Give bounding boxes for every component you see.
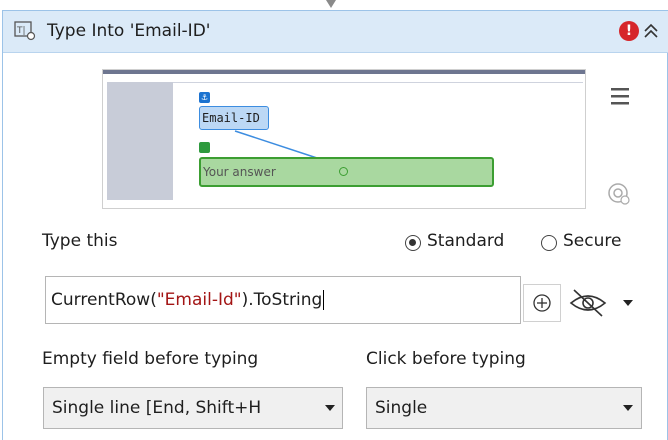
chevron-down-icon xyxy=(623,405,633,411)
type-this-input[interactable]: CurrentRow("Email-Id").ToString xyxy=(45,276,521,324)
activity-header[interactable]: T| Type Into 'Email-ID' ! xyxy=(3,11,668,53)
click-before-label: Click before typing xyxy=(366,349,526,369)
anchor-connector-line xyxy=(234,130,318,159)
click-before-select[interactable]: Single xyxy=(366,387,642,429)
empty-field-label: Empty field before typing xyxy=(42,349,259,369)
double-chevron-up-icon[interactable] xyxy=(641,21,661,41)
expression-string-literal: "Email-Id" xyxy=(156,290,242,310)
expression-suffix: ).ToString xyxy=(241,290,323,310)
error-icon[interactable]: ! xyxy=(619,21,639,41)
options-dropdown-button[interactable] xyxy=(615,287,641,319)
preview-sidebar xyxy=(107,82,173,200)
anchor-icon: ⚓ xyxy=(199,92,210,103)
secure-radio-label[interactable]: Secure xyxy=(563,231,621,251)
text-caret xyxy=(323,290,325,310)
activity-title: Type Into 'Email-ID' xyxy=(47,21,211,41)
empty-field-value: Single line [End, Shift+H xyxy=(52,398,262,418)
chevron-down-icon xyxy=(623,300,633,306)
preview-divider xyxy=(173,82,583,83)
anchor-element: Email-ID xyxy=(199,106,269,130)
target-badge-icon xyxy=(199,142,210,153)
target-preview[interactable]: ⚓ Email-ID Your answer xyxy=(102,69,586,209)
plus-circle-icon xyxy=(533,294,551,312)
add-expression-button[interactable] xyxy=(523,284,561,322)
expression-prefix: CurrentRow( xyxy=(51,290,157,310)
type-this-label: Type this xyxy=(42,231,118,251)
type-into-icon: T| xyxy=(14,21,36,41)
target-center-icon xyxy=(339,167,348,176)
hidden-eye-icon[interactable] xyxy=(565,283,611,323)
empty-field-select[interactable]: Single line [End, Shift+H xyxy=(43,387,343,429)
secure-radio[interactable] xyxy=(541,235,557,251)
chevron-down-icon xyxy=(325,405,335,411)
standard-radio[interactable] xyxy=(405,235,421,251)
indicate-target-icon[interactable] xyxy=(607,182,631,206)
click-before-value: Single xyxy=(375,398,428,418)
standard-radio-label[interactable]: Standard xyxy=(427,231,504,251)
connector-arrow xyxy=(326,0,336,8)
preview-top-bar xyxy=(103,70,585,74)
type-into-activity[interactable]: T| Type Into 'Email-ID' ! ⚓ Email-ID You… xyxy=(2,10,668,440)
svg-text:T|: T| xyxy=(16,26,26,36)
hamburger-menu-icon[interactable] xyxy=(609,85,631,107)
